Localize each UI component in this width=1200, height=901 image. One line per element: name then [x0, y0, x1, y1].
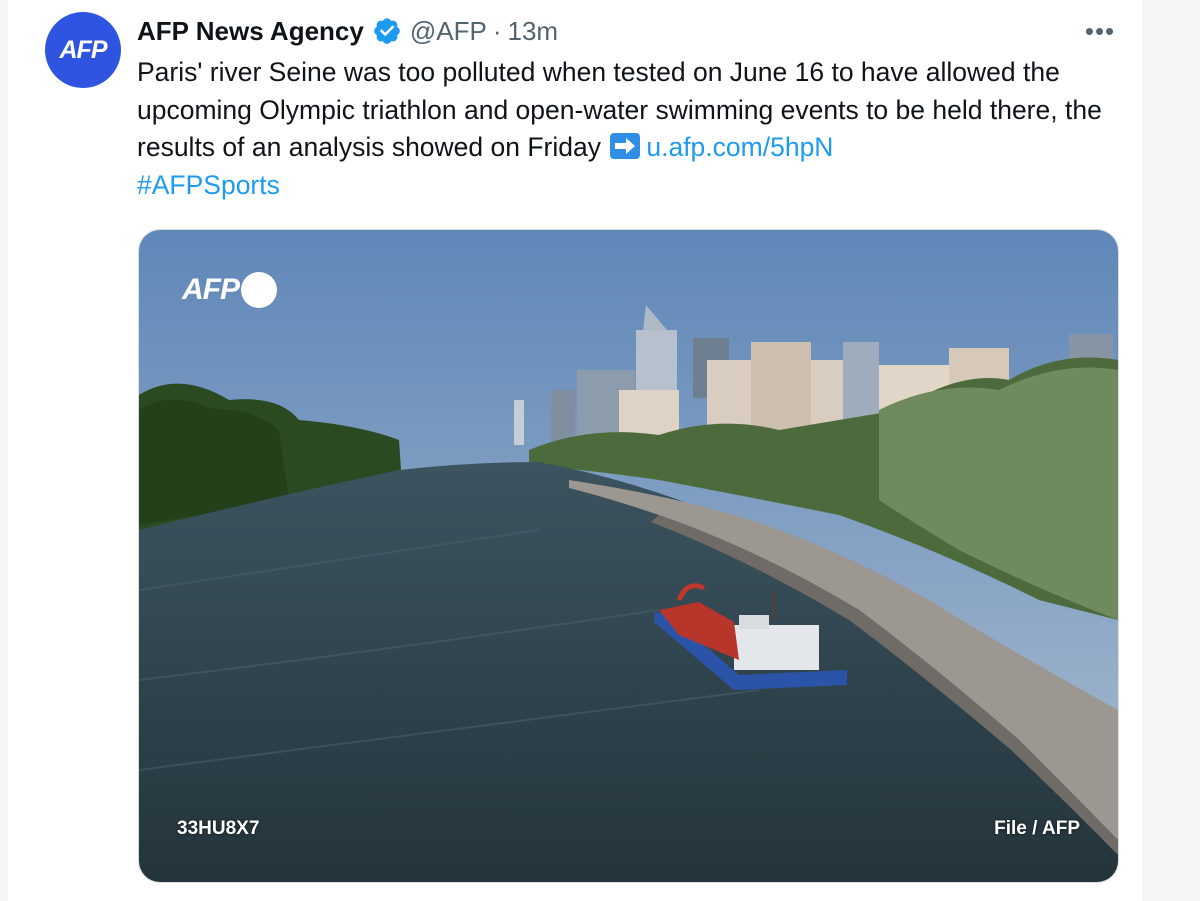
- more-options-icon[interactable]: •••: [1083, 14, 1117, 48]
- avatar-logo-text: AFP: [59, 35, 108, 64]
- afp-watermark-dot: [241, 272, 277, 308]
- photo-credit: File / AFP: [994, 818, 1080, 839]
- tweet-text: Paris' river Seine was too polluted when…: [137, 54, 1127, 204]
- hashtag-link[interactable]: #AFPSports: [137, 170, 280, 200]
- photo-id: 33HU8X7: [177, 818, 260, 839]
- separator-dot: ·: [492, 15, 502, 46]
- tweet-header: AFP News Agency @AFP · 13m: [137, 12, 558, 50]
- seine-river-photo: [139, 230, 1118, 882]
- tweet-photo[interactable]: AFP 33HU8X7 File / AFP: [138, 229, 1119, 883]
- timestamp[interactable]: 13m: [508, 16, 559, 47]
- verified-badge-icon: [372, 16, 402, 46]
- author-handle[interactable]: @AFP: [410, 16, 487, 47]
- right-arrow-emoji-icon: [610, 133, 641, 159]
- afp-watermark: AFP: [182, 272, 277, 308]
- author-name[interactable]: AFP News Agency: [137, 16, 364, 47]
- avatar[interactable]: AFP: [45, 12, 121, 88]
- tweet-link[interactable]: u.afp.com/5hpN: [646, 132, 833, 162]
- tweet-card: AFP AFP News Agency @AFP · 13m ••• Paris…: [8, 0, 1142, 901]
- afp-watermark-text: AFP: [182, 273, 240, 306]
